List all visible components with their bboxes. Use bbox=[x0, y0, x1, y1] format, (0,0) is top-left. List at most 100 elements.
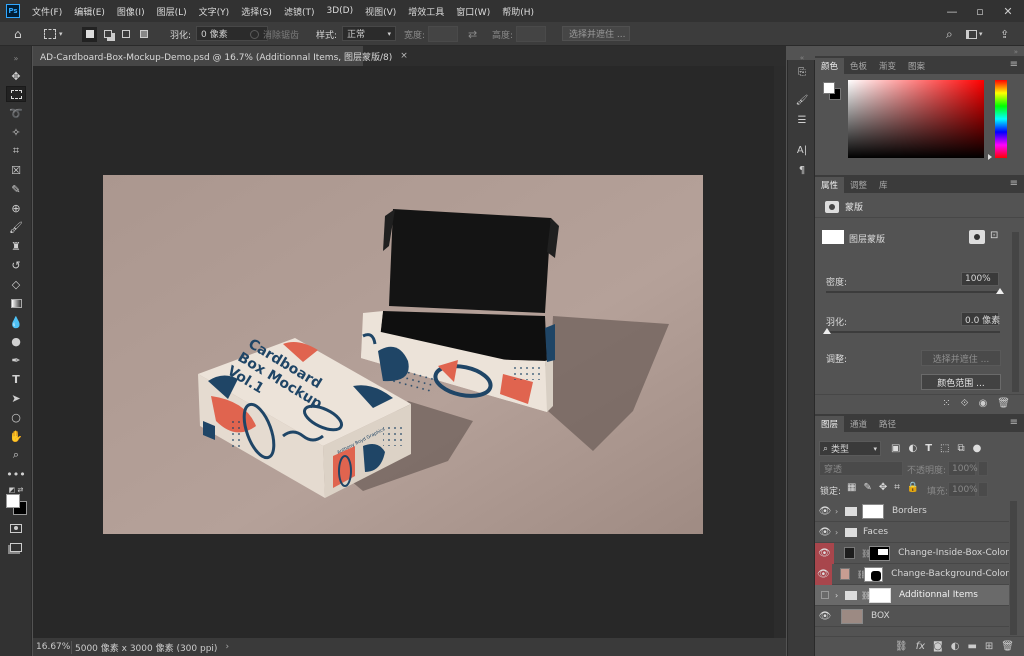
select-and-mask-button[interactable]: 选择并遮住 ... bbox=[562, 26, 630, 41]
layer-row-selected[interactable]: › ⛓ Additionnal Items bbox=[815, 585, 1009, 606]
delete-mask-icon[interactable]: 🗑 bbox=[997, 398, 1010, 409]
gradient-tool-icon[interactable] bbox=[6, 295, 26, 311]
blend-mode-dropdown[interactable]: 穿透 bbox=[819, 461, 903, 476]
layer-mask-thumb[interactable] bbox=[869, 587, 891, 603]
color-field[interactable] bbox=[848, 80, 984, 158]
magic-wand-tool-icon[interactable]: ✧ bbox=[6, 124, 26, 140]
minimize-icon[interactable]: — bbox=[938, 0, 966, 22]
menu-filter[interactable]: 滤镜(T) bbox=[278, 5, 321, 18]
properties-select-mask-button[interactable]: 选择并遮住 ... bbox=[921, 350, 1001, 366]
foreground-color-swatch-front[interactable] bbox=[6, 494, 20, 508]
visibility-eye-icon[interactable]: 👁 bbox=[815, 606, 835, 627]
eraser-tool-icon[interactable]: ◇ bbox=[6, 276, 26, 292]
subtract-selection-icon[interactable] bbox=[118, 27, 133, 42]
layer-row[interactable]: 👁 › Borders bbox=[815, 501, 1009, 522]
tab-gradients[interactable]: 渐变 bbox=[873, 58, 902, 74]
lock-position-icon[interactable]: ✥ bbox=[879, 482, 887, 493]
filter-shape-icon[interactable]: ⬚ bbox=[940, 443, 949, 454]
visibility-eye-icon[interactable]: 👁 bbox=[815, 563, 832, 585]
menu-layer[interactable]: 图层(L) bbox=[151, 5, 193, 18]
ellipse-tool-icon[interactable]: ○ bbox=[6, 409, 26, 425]
layers-panel-menu-icon[interactable]: ≡ bbox=[1010, 417, 1018, 428]
antialias-checkbox[interactable]: 消除锯齿 bbox=[250, 26, 299, 42]
tab-patterns[interactable]: 图案 bbox=[902, 58, 931, 74]
new-adjustment-icon[interactable]: ◐ bbox=[951, 641, 960, 652]
lock-artboard-icon[interactable]: ⌗ bbox=[894, 482, 900, 493]
marquee-preset-icon[interactable]: ▾ bbox=[44, 26, 63, 42]
density-slider-handle-icon[interactable] bbox=[996, 288, 1004, 294]
link-layers-icon[interactable]: ⛓ bbox=[895, 641, 908, 652]
tab-color[interactable]: 颜色 bbox=[815, 58, 845, 74]
visibility-eye-icon[interactable]: 👁 bbox=[815, 542, 835, 564]
intersect-selection-icon[interactable] bbox=[136, 27, 151, 42]
layer-row[interactable]: 👁 BOX bbox=[815, 606, 1009, 627]
smart-object-thumb[interactable] bbox=[841, 608, 863, 624]
fill-input[interactable]: 100% bbox=[948, 482, 978, 497]
canvas-area[interactable]: Cardboard Box Mockup Vol.1 Anthony Boyd … bbox=[33, 66, 774, 638]
toggle-mask-icon[interactable]: ◉ bbox=[979, 398, 988, 409]
density-slider[interactable] bbox=[826, 291, 1000, 293]
blur-tool-icon[interactable]: 💧 bbox=[6, 314, 26, 330]
pen-tool-icon[interactable]: ✒ bbox=[6, 352, 26, 368]
layer-row[interactable]: 👁 › Faces bbox=[815, 522, 1009, 543]
width-input[interactable] bbox=[428, 26, 458, 42]
menu-window[interactable]: 窗口(W) bbox=[450, 5, 496, 18]
visibility-eye-icon[interactable]: 👁 bbox=[815, 501, 835, 522]
feather-input[interactable]: 0.0 像素 bbox=[961, 312, 1000, 326]
visibility-eye-icon[interactable]: 👁 bbox=[815, 522, 835, 543]
menu-edit[interactable]: 编辑(E) bbox=[68, 5, 111, 18]
rectangular-marquee-tool-icon[interactable] bbox=[6, 86, 26, 102]
menu-image[interactable]: 图像(I) bbox=[111, 5, 151, 18]
canvas-vertical-scrollbar[interactable] bbox=[774, 66, 786, 638]
eyedropper-tool-icon[interactable]: ✎ bbox=[6, 181, 26, 197]
move-tool-icon[interactable]: ✥ bbox=[6, 68, 26, 84]
hue-slider-marker-icon[interactable] bbox=[988, 154, 992, 160]
hue-slider[interactable] bbox=[995, 80, 1007, 158]
zoom-level[interactable]: 16.67% bbox=[36, 642, 70, 652]
tab-channels[interactable]: 通道 bbox=[844, 416, 873, 432]
document-tab[interactable]: AD-Cardboard-Box-Mockup-Demo.psd @ 16.7%… bbox=[33, 46, 408, 66]
lasso-tool-icon[interactable]: ➰ bbox=[6, 105, 26, 121]
character-panel-icon[interactable]: A| bbox=[793, 142, 811, 158]
maximize-icon[interactable]: ▫ bbox=[966, 0, 994, 22]
status-menu-arrow-icon[interactable]: › bbox=[225, 642, 229, 652]
history-panel-icon[interactable]: ⎘ bbox=[793, 64, 811, 80]
adjustments-slider-icon[interactable]: ☰ bbox=[793, 112, 811, 128]
height-input[interactable] bbox=[516, 26, 546, 42]
expand-chevron-icon[interactable]: › bbox=[835, 507, 845, 516]
screen-mode-icon[interactable] bbox=[6, 539, 26, 555]
layer-row[interactable]: 👁 ⛓ Change-Background-Color bbox=[815, 563, 1009, 585]
apply-mask-icon[interactable]: ⟐ bbox=[961, 398, 969, 409]
new-group-icon[interactable]: ▬ bbox=[967, 641, 976, 652]
add-mask-icon[interactable]: ◙ bbox=[933, 641, 943, 652]
layer-mask-thumb[interactable] bbox=[864, 566, 884, 582]
visibility-off-icon[interactable] bbox=[815, 585, 835, 606]
menu-select[interactable]: 选择(S) bbox=[235, 5, 278, 18]
fill-color-swatch[interactable] bbox=[840, 568, 851, 580]
menu-file[interactable]: 文件(F) bbox=[26, 5, 68, 18]
opacity-slider-toggle[interactable] bbox=[978, 461, 988, 476]
feather-slider-handle-icon[interactable] bbox=[823, 328, 831, 334]
path-selection-tool-icon[interactable]: ➤ bbox=[6, 390, 26, 406]
frame-tool-icon[interactable]: ☒ bbox=[6, 162, 26, 178]
menu-3d[interactable]: 3D(D) bbox=[320, 6, 359, 16]
quick-mask-icon[interactable] bbox=[6, 520, 26, 536]
properties-panel-menu-icon[interactable]: ≡ bbox=[1010, 178, 1018, 189]
menu-view[interactable]: 视图(V) bbox=[359, 5, 402, 18]
lock-transparent-icon[interactable]: ▦ bbox=[847, 482, 856, 493]
crop-tool-icon[interactable]: ⌗ bbox=[6, 143, 26, 159]
tab-adjustments[interactable]: 调整 bbox=[844, 177, 873, 193]
add-selection-icon[interactable] bbox=[100, 27, 115, 42]
style-dropdown[interactable]: 正常 ▾ bbox=[342, 26, 396, 41]
history-brush-tool-icon[interactable]: ↺ bbox=[6, 257, 26, 273]
fill-color-swatch[interactable] bbox=[843, 547, 856, 559]
home-icon[interactable]: ⌂ bbox=[14, 26, 22, 42]
color-range-button[interactable]: 颜色范围 ... bbox=[921, 374, 1001, 390]
document-canvas[interactable]: Cardboard Box Mockup Vol.1 Anthony Boyd … bbox=[33, 66, 774, 638]
filter-toggle-icon[interactable]: ● bbox=[973, 443, 982, 454]
layer-mask-thumb[interactable] bbox=[862, 503, 884, 519]
layer-row[interactable]: 👁 ⛓ Change-Inside-Box-Color bbox=[815, 542, 1009, 564]
layer-style-icon[interactable]: fx bbox=[916, 641, 925, 652]
fill-slider-toggle[interactable] bbox=[978, 482, 988, 497]
delete-layer-icon[interactable]: 🗑 bbox=[1001, 641, 1014, 652]
